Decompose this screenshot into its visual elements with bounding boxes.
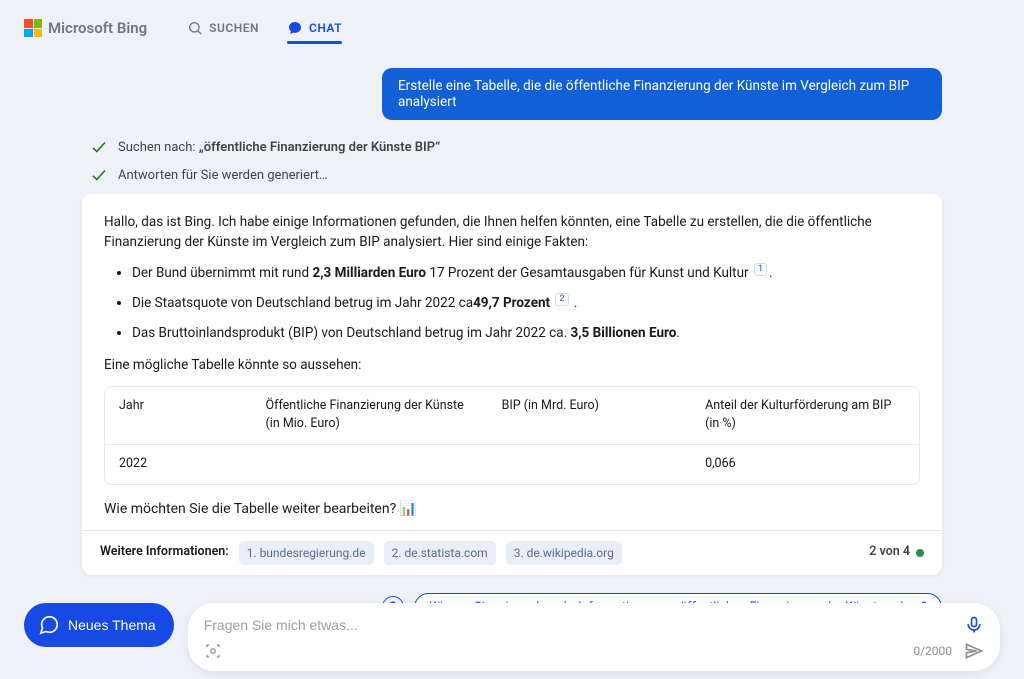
- status-search-prefix: Suchen nach:: [118, 140, 199, 155]
- th-bip: BIP (in Mrd. Euro): [488, 387, 692, 445]
- user-message-row: Erstelle eine Tabelle, die die öffentlic…: [82, 68, 942, 120]
- send-icon[interactable]: [964, 641, 984, 661]
- status-generating-text: Antworten für Sie werden generiert…: [118, 168, 328, 183]
- bullet-3: Das Bruttoinlandsprodukt (BIP) von Deuts…: [132, 323, 920, 343]
- response-counter: 2 von 4: [869, 543, 910, 562]
- new-topic-button[interactable]: Neues Thema: [24, 603, 174, 647]
- bot-intro: Hallo, das ist Bing. Ich habe einige Inf…: [104, 212, 920, 253]
- data-table: Jahr Öffentliche Finanzierung der Künste…: [104, 386, 920, 485]
- input-card: 0/2000: [188, 603, 1000, 671]
- bot-response: Hallo, das ist Bing. Ich habe einige Inf…: [82, 194, 942, 575]
- cell-funding: [252, 445, 488, 484]
- citation-2[interactable]: 2: [555, 293, 568, 306]
- new-topic-label: Neues Thema: [68, 617, 156, 633]
- brand-text: Microsoft Bing: [48, 19, 147, 37]
- table-header-row: Jahr Öffentliche Finanzierung der Künste…: [105, 387, 919, 445]
- bot-followup: Wie möchten Sie die Tabelle weiter bearb…: [104, 499, 920, 520]
- brand-logo: Microsoft Bing: [24, 19, 147, 37]
- check-icon: [90, 138, 108, 156]
- status-generating: Antworten für Sie werden generiert…: [90, 166, 942, 184]
- check-icon: [90, 166, 108, 184]
- microphone-icon[interactable]: [964, 615, 984, 635]
- ref-link-3[interactable]: 3. de.wikipedia.org: [506, 541, 622, 565]
- chat-icon: [287, 20, 303, 36]
- header: Microsoft Bing SUCHEN CHAT: [0, 0, 1024, 56]
- tab-search-label: SUCHEN: [209, 21, 259, 35]
- chat-input[interactable]: [204, 617, 952, 633]
- conversation: Erstelle eine Tabelle, die die öffentlic…: [82, 56, 942, 622]
- status-search-query: „öffentliche Finanzierung der Künste BIP…: [199, 140, 440, 155]
- table-row: 2022 0,066: [105, 445, 919, 484]
- cell-bip: [488, 445, 692, 484]
- cell-jahr: 2022: [105, 445, 252, 484]
- references-bar: Weitere Informationen: 1. bundesregierun…: [82, 530, 942, 575]
- status-dot-icon: [916, 549, 924, 557]
- th-jahr: Jahr: [105, 387, 252, 445]
- status-searching: Suchen nach: „öffentliche Finanzierung d…: [90, 138, 942, 156]
- composer: Neues Thema 0/2000: [0, 587, 1024, 679]
- nav-tabs: SUCHEN CHAT: [187, 0, 342, 56]
- bullet-2: Die Staatsquote von Deutschland betrug i…: [132, 293, 920, 313]
- bullet-1: Der Bund übernimmt mit rund 2,3 Milliard…: [132, 263, 920, 283]
- table-intro: Eine mögliche Tabelle könnte so aussehen…: [104, 355, 920, 375]
- ref-link-1[interactable]: 1. bundesregierung.de: [239, 541, 374, 565]
- tab-search[interactable]: SUCHEN: [187, 0, 259, 56]
- bot-bullets: Der Bund übernimmt mit rund 2,3 Milliard…: [104, 263, 920, 344]
- th-share: Anteil der Kulturförderung am BIP (in %): [691, 387, 919, 445]
- citation-1[interactable]: 1: [754, 263, 767, 276]
- char-counter: 0/2000: [913, 644, 952, 658]
- refs-label: Weitere Informationen:: [100, 543, 229, 562]
- image-search-icon[interactable]: [204, 642, 222, 660]
- search-icon: [187, 20, 203, 36]
- ref-link-2[interactable]: 2. de.statista.com: [384, 541, 496, 565]
- th-funding: Öffentliche Finanzierung der Künste (in …: [252, 387, 488, 445]
- microsoft-icon: [24, 19, 42, 37]
- tab-chat[interactable]: CHAT: [287, 0, 342, 56]
- new-topic-icon: [38, 614, 60, 636]
- user-message: Erstelle eine Tabelle, die die öffentlic…: [382, 68, 942, 120]
- tab-chat-label: CHAT: [309, 21, 342, 35]
- cell-share: 0,066: [691, 445, 919, 484]
